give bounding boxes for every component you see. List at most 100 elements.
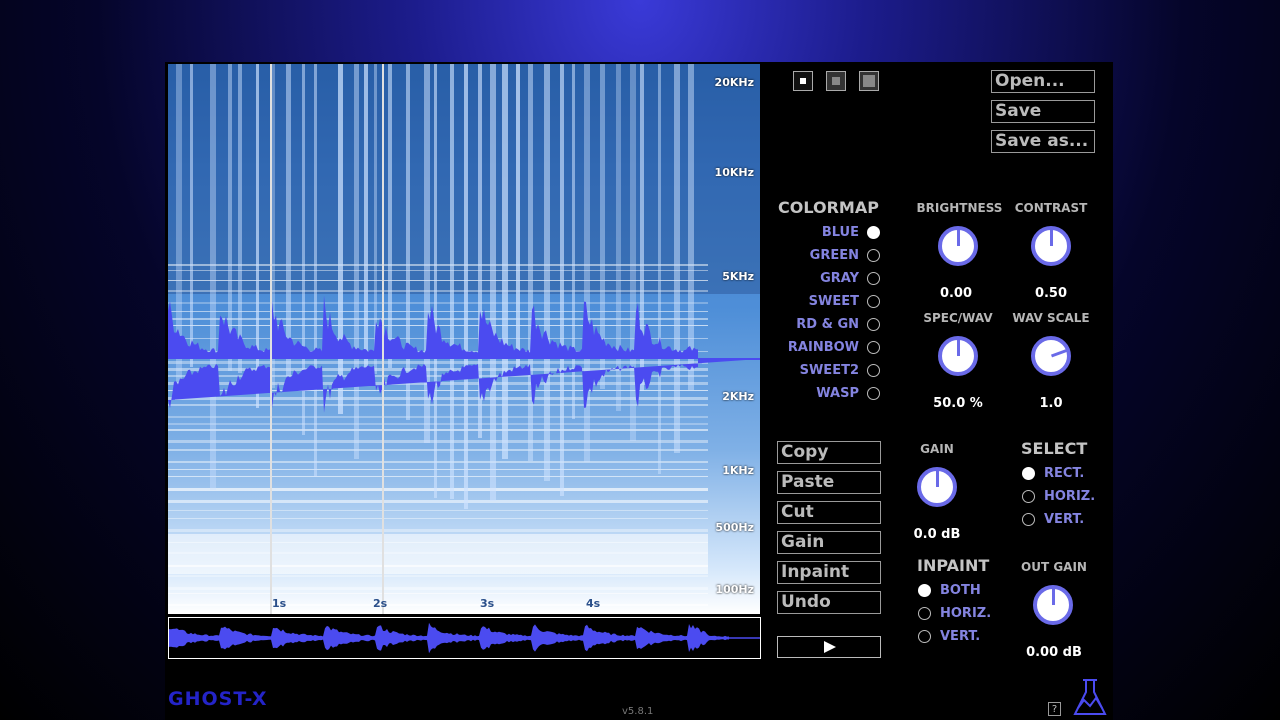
spectrogram-harmonic (168, 461, 708, 463)
spectrogram-transient (502, 64, 508, 459)
colormap-option-radio[interactable] (867, 318, 880, 331)
contrast-value: 0.50 (1034, 286, 1068, 301)
version-label: v5.8.1 (622, 706, 654, 717)
spectrogram-harmonic (168, 290, 708, 292)
save-button[interactable]: Save (991, 100, 1095, 123)
spectrogram-transient (572, 64, 575, 419)
spectrogram-transient (560, 64, 564, 496)
view-small-button[interactable] (793, 71, 813, 91)
paste-button[interactable]: Paste (777, 471, 881, 494)
contrast-knob[interactable] (1031, 226, 1071, 266)
colormap-option-radio[interactable] (867, 272, 880, 285)
spectrogram-harmonic (168, 488, 708, 491)
inpaint-option-radio[interactable] (918, 607, 931, 620)
spectrogram-harmonic (168, 575, 708, 577)
out-gain-label: OUT GAIN (1021, 560, 1087, 574)
spectrogram-harmonic (168, 476, 708, 477)
colormap-option-label: WASP (816, 386, 859, 401)
spectrogram-harmonic (168, 510, 708, 511)
spectrogram-transient (286, 64, 291, 376)
select-option-radio[interactable] (1022, 467, 1035, 480)
save-as-button[interactable]: Save as... (991, 130, 1095, 153)
open-button[interactable]: Open... (991, 70, 1095, 93)
select-option-radio[interactable] (1022, 490, 1035, 503)
colormap-option-radio[interactable] (867, 387, 880, 400)
freq-label-500hz: 500Hz (715, 521, 754, 534)
colormap-option-radio[interactable] (867, 295, 880, 308)
inpaint-option-label: VERT. (940, 629, 981, 644)
spectrogram-transient (406, 64, 410, 420)
gain-value: 0.0 dB (913, 527, 961, 542)
view-large-button[interactable] (859, 71, 879, 91)
overview-canvas[interactable] (169, 618, 760, 658)
spectrogram-view[interactable]: 20KHz 10KHz 5KHz 2KHz 1KHz 500Hz 100Hz 1… (168, 64, 760, 614)
spectrogram-harmonic (168, 469, 708, 470)
spectrogram-transient (434, 64, 437, 498)
spectrogram-harmonic (168, 604, 708, 606)
select-option-label: VERT. (1044, 512, 1085, 527)
colormap-option-label: RAINBOW (787, 340, 859, 355)
spectrogram-harmonic (168, 270, 708, 271)
brightness-knob[interactable] (938, 226, 978, 266)
spectrogram-harmonic (168, 264, 708, 266)
time-label-3s: 3s (480, 597, 495, 610)
spectrogram-transient (450, 64, 454, 499)
spectrogram-transient (388, 64, 392, 368)
gain-button[interactable]: Gain (777, 531, 881, 554)
flask-icon (1073, 679, 1107, 715)
colormap-option-label: SWEET2 (799, 363, 859, 378)
inpaint-option-label: HORIZ. (940, 606, 992, 621)
spec-wav-value: 50.0 % (933, 396, 983, 411)
spectrogram-transient (674, 64, 680, 453)
spectrogram-harmonic (168, 404, 708, 406)
wav-scale-value: 1.0 (1039, 396, 1063, 411)
colormap-option-radio[interactable] (867, 226, 880, 239)
spectrogram-low-band (168, 534, 708, 574)
spectrogram-harmonic (168, 587, 708, 590)
out-gain-knob[interactable] (1033, 585, 1073, 625)
spectrogram-transient (464, 64, 468, 509)
select-option-radio[interactable] (1022, 513, 1035, 526)
spectrogram-harmonic (168, 311, 708, 312)
spectrogram-transient (338, 64, 343, 414)
spectrogram-canvas[interactable] (168, 64, 760, 614)
freq-label-5khz: 5KHz (722, 270, 754, 283)
copy-button[interactable]: Copy (777, 441, 881, 464)
select-title: SELECT (1021, 439, 1088, 458)
view-medium-button[interactable] (826, 71, 846, 91)
cut-button[interactable]: Cut (777, 501, 881, 524)
spectrogram-harmonic (168, 429, 708, 431)
inpaint-button[interactable]: Inpaint (777, 561, 881, 584)
brightness-label: BRIGHTNESS (916, 201, 1003, 215)
overview-waveform[interactable] (168, 617, 761, 659)
play-button[interactable] (777, 636, 881, 658)
gain-knob[interactable] (917, 467, 957, 507)
spectrogram-harmonic (168, 397, 708, 400)
inpaint-option-radio[interactable] (918, 630, 931, 643)
wav-scale-knob[interactable] (1031, 336, 1071, 376)
inpaint-option-radio[interactable] (918, 584, 931, 597)
overview-waveform-shape (169, 622, 729, 654)
out-gain-value: 0.00 dB (1026, 645, 1082, 660)
spectrogram-harmonic (168, 318, 708, 320)
contrast-label: CONTRAST (1014, 201, 1088, 215)
colormap-title: COLORMAP (778, 198, 879, 217)
spectrogram-transient (238, 64, 242, 373)
spec-wav-knob[interactable] (938, 336, 978, 376)
colormap-option-radio[interactable] (867, 341, 880, 354)
time-label-2s: 2s (373, 597, 388, 610)
colormap-option-label: GRAY (820, 271, 859, 286)
play-icon (824, 641, 836, 653)
colormap-option-label: BLUE (821, 225, 859, 240)
spectrogram-harmonic (168, 423, 708, 425)
freq-label-20khz: 20KHz (714, 76, 754, 89)
colormap-option-radio[interactable] (867, 364, 880, 377)
spectrogram-harmonic (168, 593, 708, 594)
spectrogram-transient (528, 64, 533, 461)
help-button[interactable]: ? (1048, 702, 1061, 716)
colormap-option-radio[interactable] (867, 249, 880, 262)
undo-button[interactable]: Undo (777, 591, 881, 614)
freq-label-10khz: 10KHz (714, 166, 754, 179)
colormap-option-label: SWEET (808, 294, 859, 309)
spectrogram-harmonic (168, 416, 708, 418)
